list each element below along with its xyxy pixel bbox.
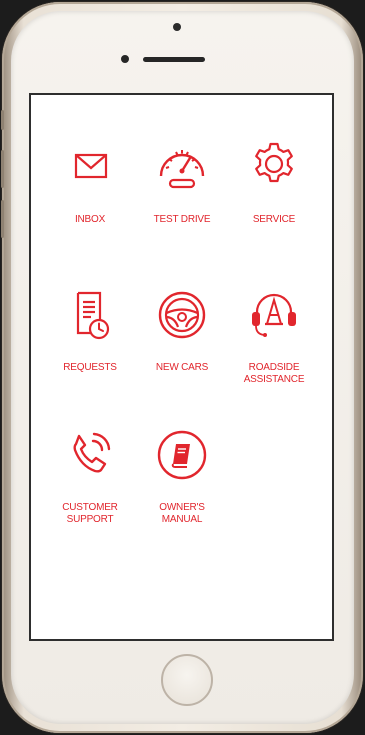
front-camera — [173, 23, 181, 31]
app-label: NEW CARS — [155, 362, 209, 373]
app-label: CUSTOMER SUPPORT — [62, 502, 118, 525]
volume-down-button — [1, 200, 4, 238]
earpiece-speaker — [143, 57, 205, 62]
app-test-drive[interactable]: TEST DRIVE — [137, 134, 227, 264]
book-icon — [149, 422, 215, 488]
app-label: OWNER'S MANUAL — [159, 502, 205, 525]
app-label: REQUESTS — [63, 362, 117, 373]
app-service[interactable]: SERVICE — [229, 134, 319, 264]
phone-screen: INBOX TEST DRIVE SERVICE REQUESTS NEW CA… — [31, 95, 332, 639]
app-label: TEST DRIVE — [153, 214, 211, 225]
app-new-cars[interactable]: NEW CARS — [137, 282, 227, 412]
envelope-icon — [57, 134, 123, 200]
document-clock-icon — [57, 282, 123, 348]
gear-icon — [241, 134, 307, 200]
app-inbox[interactable]: INBOX — [45, 134, 135, 264]
app-roadside-assistance[interactable]: ROADSIDE ASSISTANCE — [229, 282, 319, 412]
app-label: SERVICE — [252, 214, 296, 225]
phone-call-icon — [57, 422, 123, 488]
app-grid: INBOX TEST DRIVE SERVICE REQUESTS NEW CA… — [31, 95, 332, 639]
app-owners-manual[interactable]: OWNER'S MANUAL — [137, 422, 227, 552]
home-button[interactable] — [161, 654, 213, 706]
steering-wheel-icon — [149, 282, 215, 348]
app-customer-support[interactable]: CUSTOMER SUPPORT — [45, 422, 135, 552]
app-label: ROADSIDE ASSISTANCE — [243, 362, 305, 385]
proximity-sensor — [121, 55, 129, 63]
headset-cone-icon — [241, 282, 307, 348]
app-requests[interactable]: REQUESTS — [45, 282, 135, 412]
volume-up-button — [1, 150, 4, 188]
app-label: INBOX — [74, 214, 106, 225]
speedometer-icon — [149, 134, 215, 200]
mute-switch — [1, 110, 4, 130]
